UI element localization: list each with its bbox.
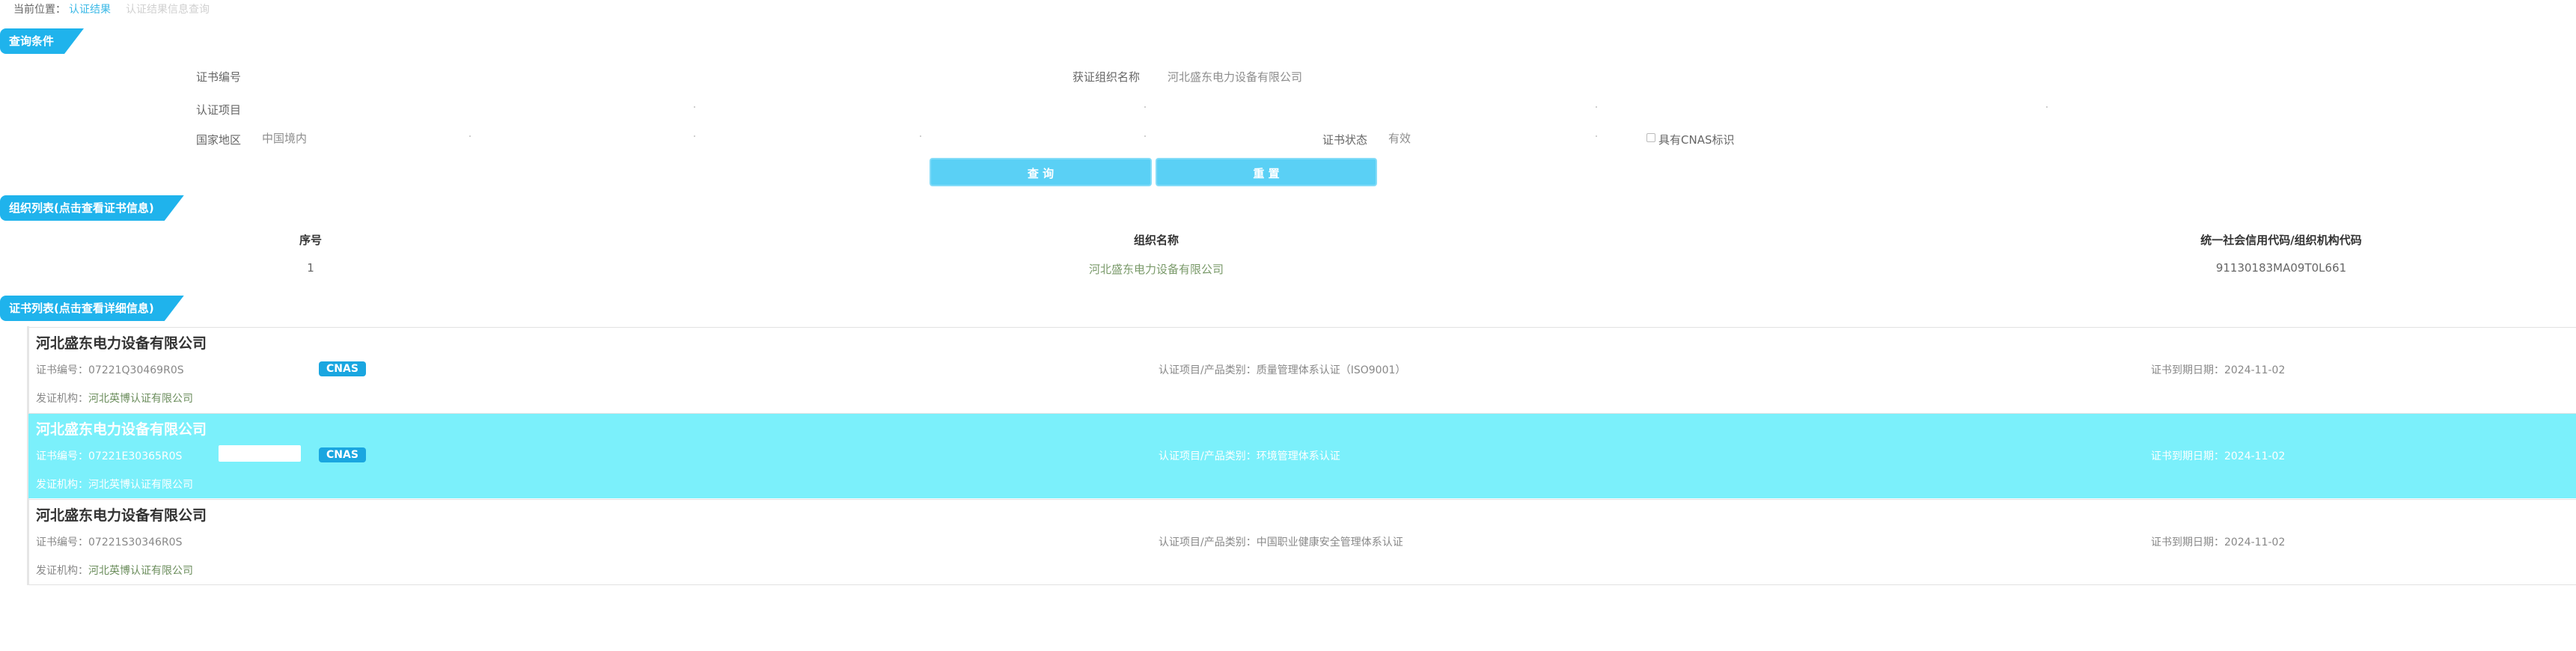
divider-dot bbox=[1144, 135, 1146, 137]
cert-no-key: 证书编号： bbox=[36, 364, 88, 376]
cert-no-field: 证书编号：07221Q30469R0S bbox=[36, 362, 184, 377]
cnas-checkbox[interactable] bbox=[1646, 133, 1655, 142]
search-button[interactable]: 查 询 bbox=[930, 158, 1152, 186]
cert-project-key: 认证项目/产品类别： bbox=[1159, 450, 1257, 462]
divider-dot bbox=[2046, 106, 2048, 108]
cert-expiry-key: 证书到期日期： bbox=[2151, 537, 2224, 548]
cert-no-input[interactable] bbox=[247, 64, 1033, 85]
cert-no-value: 07221S30346R0S bbox=[88, 537, 183, 548]
cert-no-label: 证书编号 bbox=[196, 70, 242, 84]
breadcrumb-current-link[interactable]: 认证结果 bbox=[69, 4, 111, 16]
cert-expiry-value: 2024-11-02 bbox=[2224, 450, 2286, 462]
cert-section-title: 证书列表(点击查看详细信息) bbox=[9, 302, 154, 315]
org-row-index: 1 bbox=[307, 261, 314, 275]
cert-issuer-key: 发证机构： bbox=[36, 565, 88, 577]
cert-list-item-selected[interactable]: 河北盛东电力设备有限公司 证书编号：07221E30365R0S CNAS 认证… bbox=[28, 413, 2576, 498]
cert-issuer-value: 河北英博认证有限公司 bbox=[88, 565, 193, 577]
cert-project-field: 认证项目/产品类别：环境管理体系认证 bbox=[1159, 448, 1340, 463]
cert-project-value: 中国职业健康安全管理体系认证 bbox=[1256, 537, 1403, 548]
cert-expiry-field: 证书到期日期：2024-11-02 bbox=[2151, 448, 2285, 463]
breadcrumb-prefix: 当前位置： bbox=[13, 4, 66, 16]
cert-section-header: 证书列表(点击查看详细信息) bbox=[0, 296, 184, 321]
cert-blank-field bbox=[219, 445, 301, 462]
column-header-org-name: 组织名称 bbox=[1133, 233, 1179, 247]
cert-expiry-key: 证书到期日期： bbox=[2151, 450, 2224, 462]
query-section-title: 查询条件 bbox=[9, 34, 55, 48]
cert-list-item[interactable]: 河北盛东电力设备有限公司 证书编号：07221Q30469R0S CNAS 认证… bbox=[28, 327, 2576, 412]
cert-expiry-field: 证书到期日期：2024-11-02 bbox=[2151, 534, 2285, 549]
cert-no-value: 07221E30365R0S bbox=[88, 450, 183, 462]
cnas-badge: CNAS bbox=[319, 361, 366, 376]
cert-list-bottom-border bbox=[28, 584, 2576, 585]
divider-dot bbox=[1144, 106, 1146, 108]
column-header-index: 序号 bbox=[299, 233, 322, 247]
cert-expiry-key: 证书到期日期： bbox=[2151, 364, 2224, 376]
cert-list-item[interactable]: 河北盛东电力设备有限公司 证书编号：07221S30346R0S 认证项目/产品… bbox=[28, 499, 2576, 584]
cert-issuer-value: 河北英博认证有限公司 bbox=[88, 393, 193, 405]
divider-dot bbox=[469, 135, 471, 137]
cert-project-key: 认证项目/产品类别： bbox=[1159, 364, 1257, 376]
cert-no-key: 证书编号： bbox=[36, 537, 88, 548]
cert-project-key: 认证项目/产品类别： bbox=[1159, 537, 1257, 548]
org-name-label: 获证组织名称 bbox=[1072, 70, 1141, 84]
cert-issuer-key: 发证机构： bbox=[36, 393, 88, 405]
org-name-input[interactable]: 河北盛东电力设备有限公司 bbox=[1168, 69, 1302, 85]
divider-dot bbox=[694, 135, 695, 137]
cert-expiry-field: 证书到期日期：2024-11-02 bbox=[2151, 362, 2285, 377]
region-label: 国家地区 bbox=[196, 133, 242, 147]
query-section-header: 查询条件 bbox=[0, 28, 84, 54]
reset-button[interactable]: 重 置 bbox=[1156, 158, 1377, 186]
cert-project-value: 环境管理体系认证 bbox=[1256, 450, 1340, 462]
breadcrumb: 当前位置： 认证结果 认证结果信息查询 bbox=[13, 1, 210, 16]
cert-no-value: 07221Q30469R0S bbox=[88, 364, 184, 376]
org-section-title: 组织列表(点击查看证书信息) bbox=[9, 201, 154, 215]
cert-project-field: 认证项目/产品类别：中国职业健康安全管理体系认证 bbox=[1159, 534, 1403, 549]
org-section-header: 组织列表(点击查看证书信息) bbox=[0, 195, 184, 221]
divider-dot bbox=[920, 135, 921, 137]
cert-project-value: 质量管理体系认证（ISO9001） bbox=[1256, 364, 1406, 376]
region-select[interactable]: 中国境内 bbox=[262, 130, 307, 146]
org-row-credit-code: 91130183MA09T0L661 bbox=[2215, 261, 2347, 275]
breadcrumb-sub: 认证结果信息查询 bbox=[126, 4, 210, 16]
cert-org-name: 河北盛东电力设备有限公司 bbox=[36, 335, 207, 352]
project-select[interactable] bbox=[247, 96, 2058, 117]
status-label: 证书状态 bbox=[1322, 133, 1368, 147]
divider-dot bbox=[1596, 106, 1597, 108]
cnas-checkbox-label: 具有CNAS标识 bbox=[1658, 133, 1735, 147]
cert-expiry-value: 2024-11-02 bbox=[2224, 364, 2286, 376]
cert-issuer-field: 发证机构：河北英博认证有限公司 bbox=[36, 391, 193, 406]
cert-org-name: 河北盛东电力设备有限公司 bbox=[36, 507, 207, 524]
project-label: 认证项目 bbox=[196, 103, 242, 117]
cert-no-field: 证书编号：07221E30365R0S bbox=[36, 448, 182, 463]
cert-no-field: 证书编号：07221S30346R0S bbox=[36, 534, 182, 549]
column-header-credit-code: 统一社会信用代码/组织机构代码 bbox=[2200, 233, 2362, 247]
cert-no-key: 证书编号： bbox=[36, 450, 88, 462]
org-row-name-link[interactable]: 河北盛东电力设备有限公司 bbox=[1007, 261, 1306, 277]
status-select[interactable]: 有效 bbox=[1388, 130, 1411, 146]
cert-project-field: 认证项目/产品类别：质量管理体系认证（ISO9001） bbox=[1159, 362, 1405, 377]
cert-org-name: 河北盛东电力设备有限公司 bbox=[36, 421, 207, 438]
cert-issuer-key: 发证机构： bbox=[36, 479, 88, 491]
cert-issuer-value: 河北英博认证有限公司 bbox=[88, 479, 193, 491]
cert-expiry-value: 2024-11-02 bbox=[2224, 537, 2286, 548]
cert-issuer-field: 发证机构：河北英博认证有限公司 bbox=[36, 477, 193, 492]
cnas-badge: CNAS bbox=[319, 447, 366, 462]
divider-dot bbox=[694, 106, 695, 108]
divider-dot bbox=[1596, 135, 1597, 137]
cert-issuer-field: 发证机构：河北英博认证有限公司 bbox=[36, 563, 193, 578]
